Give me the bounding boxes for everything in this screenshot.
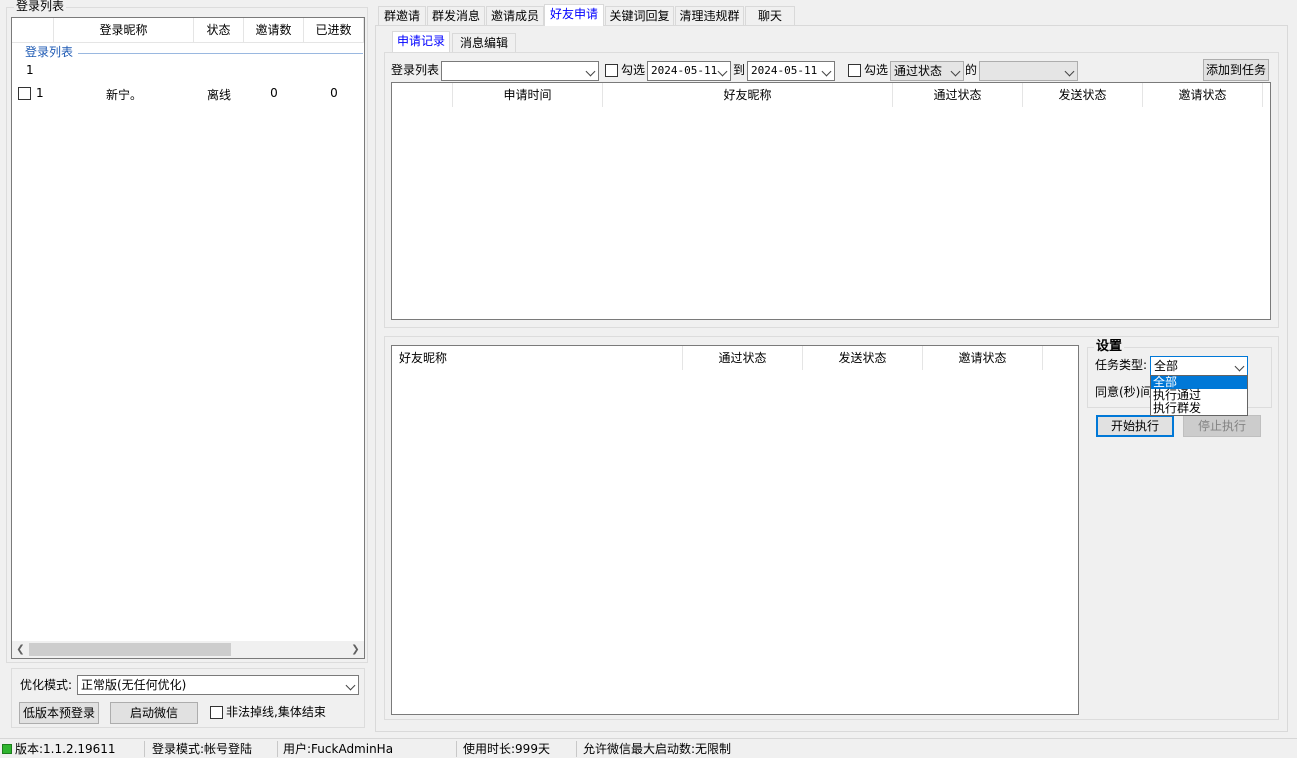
tree-group-count: 1 (26, 63, 34, 77)
col-pass-status[interactable]: 通过状态 (893, 83, 1023, 107)
calendar-dropdown-icon (821, 66, 832, 77)
optimize-mode-select[interactable]: 正常版(无任何优化) (77, 675, 359, 695)
chevron-down-icon (950, 66, 961, 77)
col-invited[interactable]: 邀请数 (244, 18, 304, 42)
task-table[interactable]: 好友昵称 通过状态 发送状态 邀请状态 (391, 345, 1079, 715)
row-status: 离线 (206, 88, 231, 102)
tab-invite-members[interactable]: 邀请成员 (486, 6, 544, 25)
row-index: 1 (36, 86, 44, 100)
tree-group-label: 登录列表 (25, 45, 74, 59)
date-from-picker[interactable]: 2024-05-11 (647, 61, 731, 81)
status-version: 版本:1.1.2.19611 (15, 742, 116, 756)
add-to-task-button[interactable]: 添加到任务 (1203, 59, 1269, 81)
scroll-left-arrow-icon[interactable]: ❮ (12, 641, 29, 658)
date-from-value: 2024-05-11 (651, 64, 718, 77)
date-to-label: 到 (733, 63, 746, 77)
of-label: 的 (965, 63, 978, 77)
date-to-picker[interactable]: 2024-05-11 (747, 61, 835, 81)
login-list-header: 登录昵称 状态 邀请数 已进数 (12, 18, 364, 43)
col-send-status[interactable]: 发送状态 (1023, 83, 1143, 107)
date-to-value: 2024-05-11 (751, 64, 818, 77)
status-led-icon (2, 744, 12, 754)
tab-chat[interactable]: 聊天 (745, 6, 795, 25)
login-list-filter-select[interactable] (441, 61, 599, 81)
date-range-check-label: 勾选 (621, 63, 646, 77)
illegal-offline-checkbox[interactable] (210, 706, 223, 719)
status-max-wechat: 允许微信最大启动数:无限制 (583, 742, 732, 756)
task-type-label: 任务类型: (1095, 358, 1148, 372)
pass-status-value: 通过状态 (894, 64, 943, 78)
status-filter-checkbox[interactable] (848, 64, 861, 77)
optimize-label: 优化模式: (20, 678, 73, 692)
row-joined: 0 (330, 86, 338, 100)
table-row[interactable]: 1 新宁。 离线 0 0 (12, 85, 364, 103)
task-type-select[interactable]: 全部 (1150, 356, 1248, 376)
status-value-select[interactable] (979, 61, 1078, 81)
col-pass-status[interactable]: 通过状态 (683, 346, 803, 370)
tab-group-invite[interactable]: 群邀请 (378, 6, 426, 25)
col-nickname[interactable]: 登录昵称 (54, 18, 194, 42)
subtab-message-edit[interactable]: 消息编辑 (452, 33, 516, 52)
tab-keyword-reply[interactable]: 关键词回复 (605, 6, 674, 25)
col-invite-status[interactable]: 邀请状态 (1143, 83, 1263, 107)
col-invite-status[interactable]: 邀请状态 (923, 346, 1043, 370)
start-wechat-button[interactable]: 启动微信 (110, 702, 198, 724)
chevron-down-icon (1234, 361, 1245, 372)
scroll-right-arrow-icon[interactable]: ❯ (347, 641, 364, 658)
chevron-down-icon (345, 680, 356, 691)
status-user: 用户:FuckAdminHa (283, 742, 394, 756)
horizontal-scrollbar[interactable]: ❮ ❯ (12, 641, 364, 658)
col-blank[interactable] (392, 83, 453, 107)
login-list-group-title: 登录列表 (14, 0, 67, 13)
calendar-dropdown-icon (717, 66, 728, 77)
col-apply-time[interactable]: 申请时间 (453, 83, 603, 107)
illegal-offline-label: 非法掉线,集体结束 (226, 705, 326, 719)
status-separator (144, 741, 145, 757)
task-type-option-execute-broadcast[interactable]: 执行群发 (1151, 402, 1247, 415)
status-login-mode: 登录模式:帐号登陆 (152, 742, 253, 756)
row-nickname: 新宁。 (105, 88, 142, 102)
status-separator (576, 741, 577, 757)
login-list-view[interactable]: 登录昵称 状态 邀请数 已进数 登录列表 1 1 新宁。 离线 0 0 ❮ ❯ (11, 17, 365, 659)
row-checkbox[interactable] (18, 87, 31, 100)
col-blank[interactable] (12, 18, 54, 42)
tab-friend-request[interactable]: 好友申请 (544, 4, 604, 26)
pass-status-select[interactable]: 通过状态 (890, 61, 964, 81)
status-filter-check-label: 勾选 (864, 63, 889, 77)
status-separator (456, 741, 457, 757)
request-record-header: 申请时间 好友昵称 通过状态 发送状态 邀请状态 (392, 83, 1270, 108)
start-execute-button[interactable]: 开始执行 (1096, 415, 1174, 437)
subtab-request-records[interactable]: 申请记录 (392, 31, 450, 52)
col-joined[interactable]: 已进数 (304, 18, 364, 42)
optimize-mode-value: 正常版(无任何优化) (81, 678, 187, 692)
status-usage: 使用时长:999天 (463, 742, 550, 756)
status-bar: 版本:1.1.2.19611 登录模式:帐号登陆 用户:FuckAdminHa … (0, 738, 1297, 758)
low-version-login-button[interactable]: 低版本预登录 (19, 702, 99, 724)
tab-group-message[interactable]: 群发消息 (427, 6, 485, 25)
task-table-header: 好友昵称 通过状态 发送状态 邀请状态 (392, 346, 1078, 371)
tab-clean-groups[interactable]: 清理违规群 (675, 6, 744, 25)
col-status[interactable]: 状态 (194, 18, 244, 42)
col-friend-nickname-label: 好友昵称 (399, 351, 448, 365)
login-list-filter-label: 登录列表 (391, 63, 440, 77)
task-type-dropdown[interactable]: 全部 执行通过 执行群发 (1150, 375, 1248, 416)
task-type-value: 全部 (1154, 359, 1179, 373)
chevron-down-icon (1064, 66, 1075, 77)
request-record-table[interactable]: 申请时间 好友昵称 通过状态 发送状态 邀请状态 (391, 82, 1271, 320)
col-friend-nickname[interactable]: 好友昵称 (392, 346, 683, 370)
col-friend-nickname[interactable]: 好友昵称 (603, 83, 893, 107)
settings-title: 设置 (1094, 339, 1125, 354)
tree-group-line (78, 53, 363, 54)
status-separator (277, 741, 278, 757)
col-send-status[interactable]: 发送状态 (803, 346, 923, 370)
agree-interval-label: 同意(秒)间 (1095, 385, 1153, 399)
chevron-down-icon (585, 66, 596, 77)
date-range-checkbox[interactable] (605, 64, 618, 77)
stop-execute-button[interactable]: 停止执行 (1183, 415, 1261, 437)
scroll-thumb[interactable] (29, 643, 231, 656)
row-invited: 0 (270, 86, 278, 100)
